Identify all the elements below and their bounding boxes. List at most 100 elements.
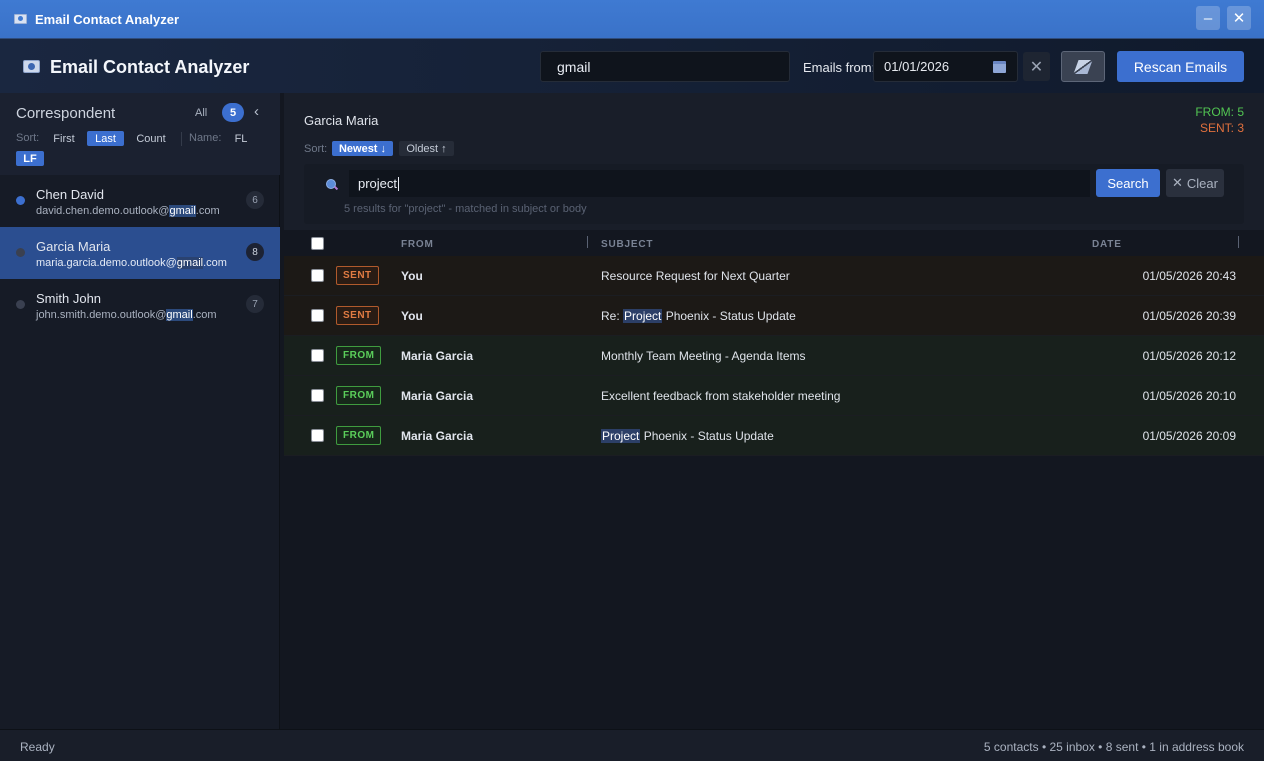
email-subject: Monthly Team Meeting - Agenda Items bbox=[601, 349, 806, 363]
sort-last-button[interactable]: Last bbox=[87, 131, 124, 146]
name-lf-button[interactable]: LF bbox=[16, 151, 44, 166]
email-row[interactable]: FROM Maria Garcia Monthly Team Meeting -… bbox=[284, 336, 1264, 376]
contact-name: Garcia Maria bbox=[36, 239, 111, 254]
email-sender: You bbox=[401, 269, 423, 283]
name-fl-button[interactable]: FL bbox=[229, 131, 253, 146]
text-caret bbox=[398, 176, 400, 191]
contact-filter-input[interactable]: gmail bbox=[540, 51, 790, 82]
contact-item[interactable]: Chen David david.chen.demo.outlook@gmail… bbox=[0, 175, 280, 227]
email-sender: Maria Garcia bbox=[401, 349, 474, 363]
email-type-badge: SENT bbox=[336, 266, 379, 285]
email-sort-label: Sort: bbox=[304, 143, 328, 155]
status-summary: 5 contacts • 25 inbox • 8 sent • 1 in ad… bbox=[983, 740, 1244, 754]
email-type-badge: FROM bbox=[336, 386, 382, 405]
email-table-header: FROM SUBJECT DATE bbox=[284, 230, 1264, 258]
email-list-panel: Garcia Maria FROM: 5 SENT: 3 Sort: Newes… bbox=[284, 93, 1264, 729]
email-match-highlight: gmail bbox=[166, 309, 193, 321]
email-row-checkbox[interactable] bbox=[311, 429, 324, 442]
emails-from-date-input[interactable]: 01/01/2026 bbox=[873, 51, 1018, 82]
app-title: Email Contact Analyzer bbox=[50, 57, 250, 77]
sort-first-button[interactable]: First bbox=[47, 131, 81, 146]
app-icon bbox=[14, 14, 27, 24]
contact-email-count: 7 bbox=[246, 295, 264, 313]
column-header-from[interactable]: FROM bbox=[401, 239, 434, 250]
contact-status-dot bbox=[16, 300, 25, 309]
email-row-checkbox[interactable] bbox=[311, 389, 324, 402]
email-subject: Excellent feedback from stakeholder meet… bbox=[601, 389, 841, 403]
email-date: 01/05/2026 20:10 bbox=[1142, 389, 1236, 403]
subject-match-highlight: Project bbox=[623, 309, 663, 323]
collapse-sidebar-icon[interactable]: ‹ bbox=[254, 103, 259, 120]
sort-oldest-button[interactable]: Oldest ↑ bbox=[399, 141, 454, 156]
email-date: 01/05/2026 20:43 bbox=[1142, 269, 1236, 283]
sort-divider bbox=[181, 132, 182, 146]
emails-from-label: Emails from: bbox=[803, 60, 876, 75]
sort-newest-button[interactable]: Newest ↓ bbox=[332, 141, 393, 156]
contact-email: david.chen.demo.outlook@gmail.com bbox=[36, 205, 220, 217]
contact-status-dot bbox=[16, 196, 25, 205]
contact-count-badge: 5 bbox=[222, 103, 244, 122]
column-resize-handle[interactable] bbox=[587, 236, 588, 248]
email-sender: You bbox=[401, 309, 423, 323]
search-icon bbox=[326, 179, 338, 191]
email-row[interactable]: SENT You Re: Project Phoenix - Status Up… bbox=[284, 296, 1264, 336]
status-bar: Ready 5 contacts • 25 inbox • 8 sent • 1… bbox=[0, 729, 1264, 761]
contact-name: Chen David bbox=[36, 187, 104, 202]
show-all-toggle[interactable]: All bbox=[195, 107, 207, 119]
sort-count-button[interactable]: Count bbox=[130, 131, 172, 146]
from-count-stat: FROM: 5 bbox=[1195, 105, 1244, 119]
email-subject: Resource Request for Next Quarter bbox=[601, 269, 790, 283]
status-text: Ready bbox=[20, 740, 55, 754]
email-sender: Maria Garcia bbox=[401, 429, 474, 443]
app-logo-icon bbox=[23, 60, 40, 73]
column-header-subject[interactable]: SUBJECT bbox=[601, 239, 653, 250]
email-date: 01/05/2026 20:12 bbox=[1142, 349, 1236, 363]
window-titlebar: Email Contact Analyzer bbox=[0, 0, 1264, 38]
close-window-button[interactable]: ✕ bbox=[1227, 6, 1251, 30]
app-header: Email Contact Analyzer gmail Emails from… bbox=[0, 38, 1264, 93]
contact-item-selected[interactable]: Garcia Maria maria.garcia.demo.outlook@g… bbox=[0, 227, 280, 279]
clear-search-button[interactable]: ✕ Clear bbox=[1166, 169, 1224, 197]
email-row-checkbox[interactable] bbox=[311, 349, 324, 362]
email-row[interactable]: SENT You Resource Request for Next Quart… bbox=[284, 256, 1264, 296]
contact-item[interactable]: Smith John john.smith.demo.outlook@gmail… bbox=[0, 279, 280, 331]
search-results-hint: 5 results for "project" - matched in sub… bbox=[344, 203, 587, 215]
rescan-emails-button[interactable]: Rescan Emails bbox=[1117, 51, 1244, 82]
window-title: Email Contact Analyzer bbox=[35, 11, 180, 27]
sidebar-title: Correspondent bbox=[16, 105, 116, 122]
email-type-badge: FROM bbox=[336, 346, 382, 365]
contact-email: john.smith.demo.outlook@gmail.com bbox=[36, 309, 217, 321]
subject-match-highlight: Project bbox=[601, 429, 641, 443]
email-subject: Re: Project Phoenix - Status Update bbox=[601, 309, 796, 323]
email-row-checkbox[interactable] bbox=[311, 309, 324, 322]
select-all-checkbox[interactable] bbox=[311, 237, 324, 250]
close-icon: ✕ bbox=[1172, 175, 1183, 190]
column-header-date[interactable]: DATE bbox=[1092, 239, 1122, 250]
contact-email-count: 6 bbox=[246, 191, 264, 209]
email-search-input[interactable]: project bbox=[349, 170, 1090, 197]
name-format-label: Name: bbox=[189, 132, 222, 144]
email-row[interactable]: FROM Maria Garcia Project Phoenix - Stat… bbox=[284, 416, 1264, 456]
email-type-badge: FROM bbox=[336, 426, 382, 445]
email-type-badge: SENT bbox=[336, 306, 379, 325]
date-value: 01/01/2026 bbox=[884, 59, 950, 74]
email-date: 01/05/2026 20:39 bbox=[1142, 309, 1236, 323]
contact-status-dot bbox=[16, 248, 25, 257]
email-row[interactable]: FROM Maria Garcia Excellent feedback fro… bbox=[284, 376, 1264, 416]
contact-email-count: 8 bbox=[246, 243, 264, 261]
wand-icon bbox=[1073, 59, 1093, 74]
email-row-checkbox[interactable] bbox=[311, 269, 324, 282]
email-match-highlight: gmail bbox=[176, 257, 204, 269]
email-subject: Project Phoenix - Status Update bbox=[601, 429, 774, 443]
search-button[interactable]: Search bbox=[1096, 169, 1160, 197]
email-match-highlight: gmail bbox=[169, 205, 196, 217]
column-resize-handle[interactable] bbox=[1238, 236, 1239, 248]
email-sender: Maria Garcia bbox=[401, 389, 474, 403]
clear-date-button[interactable]: ✕ bbox=[1023, 52, 1050, 81]
magic-wand-button[interactable] bbox=[1061, 51, 1105, 82]
calendar-icon[interactable] bbox=[993, 61, 1006, 73]
email-search-panel: project Search ✕ Clear 5 results for "pro… bbox=[304, 164, 1244, 224]
email-panel-header: Garcia Maria FROM: 5 SENT: 3 Sort: Newes… bbox=[284, 93, 1264, 230]
minimize-button[interactable]: – bbox=[1196, 6, 1220, 30]
sidebar-header: Correspondent All 5 ‹ Sort: First Last C… bbox=[0, 93, 280, 175]
